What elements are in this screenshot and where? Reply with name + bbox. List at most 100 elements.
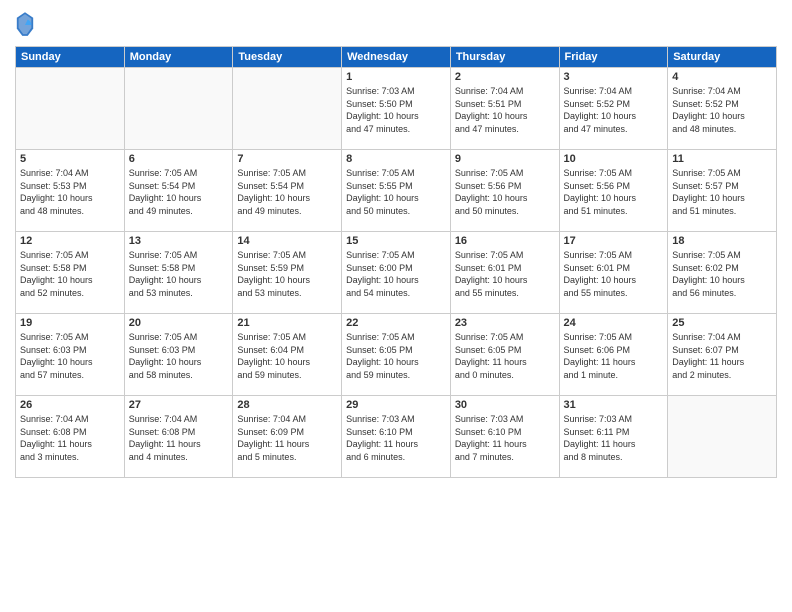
calendar-cell: 7Sunrise: 7:05 AMSunset: 5:54 PMDaylight… (233, 150, 342, 232)
day-number: 11 (672, 153, 772, 165)
day-info-line: Sunset: 6:09 PM (237, 426, 337, 439)
day-number: 18 (672, 235, 772, 247)
day-info-line: Sunrise: 7:05 AM (129, 331, 229, 344)
calendar-cell: 16Sunrise: 7:05 AMSunset: 6:01 PMDayligh… (450, 232, 559, 314)
day-info-line: Sunset: 6:06 PM (564, 344, 664, 357)
weekday-header-saturday: Saturday (668, 47, 777, 68)
page: SundayMondayTuesdayWednesdayThursdayFrid… (0, 0, 792, 612)
day-info-line: Daylight: 11 hours (564, 356, 664, 369)
day-info-line: Sunset: 6:07 PM (672, 344, 772, 357)
day-number: 19 (20, 317, 120, 329)
day-number: 29 (346, 399, 446, 411)
day-info-line: Daylight: 10 hours (455, 274, 555, 287)
day-info-line: Sunrise: 7:03 AM (564, 413, 664, 426)
day-info-line: Sunrise: 7:04 AM (564, 85, 664, 98)
day-info-line: Sunrise: 7:04 AM (20, 167, 120, 180)
day-info-line: Sunrise: 7:05 AM (346, 167, 446, 180)
day-info-line: Daylight: 10 hours (237, 274, 337, 287)
day-info-line: Sunrise: 7:05 AM (20, 331, 120, 344)
weekday-header-monday: Monday (124, 47, 233, 68)
calendar-cell: 24Sunrise: 7:05 AMSunset: 6:06 PMDayligh… (559, 314, 668, 396)
day-info-line: Sunset: 6:08 PM (20, 426, 120, 439)
day-info-line: and 0 minutes. (455, 369, 555, 382)
day-info-line: Sunset: 6:11 PM (564, 426, 664, 439)
day-info-line: Daylight: 10 hours (672, 274, 772, 287)
week-row-4: 26Sunrise: 7:04 AMSunset: 6:08 PMDayligh… (16, 396, 777, 478)
day-info-line: Sunrise: 7:05 AM (237, 167, 337, 180)
day-info-line: Daylight: 10 hours (564, 192, 664, 205)
day-number: 17 (564, 235, 664, 247)
day-info-line: Daylight: 10 hours (564, 274, 664, 287)
day-number: 13 (129, 235, 229, 247)
day-info-line: Sunset: 5:51 PM (455, 98, 555, 111)
calendar-cell: 20Sunrise: 7:05 AMSunset: 6:03 PMDayligh… (124, 314, 233, 396)
day-info-line: Sunset: 6:01 PM (564, 262, 664, 275)
calendar-cell: 19Sunrise: 7:05 AMSunset: 6:03 PMDayligh… (16, 314, 125, 396)
day-info-line: Sunset: 6:01 PM (455, 262, 555, 275)
day-info-line: and 53 minutes. (237, 287, 337, 300)
day-info-line: Sunrise: 7:04 AM (237, 413, 337, 426)
day-number: 10 (564, 153, 664, 165)
day-info-line: Daylight: 10 hours (455, 192, 555, 205)
day-info-line: Sunset: 5:59 PM (237, 262, 337, 275)
weekday-header-sunday: Sunday (16, 47, 125, 68)
calendar-cell: 25Sunrise: 7:04 AMSunset: 6:07 PMDayligh… (668, 314, 777, 396)
day-info-line: Sunrise: 7:05 AM (564, 167, 664, 180)
day-number: 20 (129, 317, 229, 329)
day-info-line: and 53 minutes. (129, 287, 229, 300)
weekday-header-thursday: Thursday (450, 47, 559, 68)
day-number: 16 (455, 235, 555, 247)
day-info-line: and 55 minutes. (455, 287, 555, 300)
day-info-line: Sunrise: 7:04 AM (129, 413, 229, 426)
day-info-line: Sunset: 5:52 PM (564, 98, 664, 111)
calendar-cell: 17Sunrise: 7:05 AMSunset: 6:01 PMDayligh… (559, 232, 668, 314)
day-info-line: Sunrise: 7:03 AM (346, 413, 446, 426)
calendar-cell: 27Sunrise: 7:04 AMSunset: 6:08 PMDayligh… (124, 396, 233, 478)
day-number: 24 (564, 317, 664, 329)
calendar-table: SundayMondayTuesdayWednesdayThursdayFrid… (15, 46, 777, 478)
day-info-line: Sunset: 6:02 PM (672, 262, 772, 275)
day-info-line: and 2 minutes. (672, 369, 772, 382)
day-info-line: Sunrise: 7:05 AM (346, 331, 446, 344)
day-info-line: Sunrise: 7:05 AM (455, 167, 555, 180)
calendar-cell (124, 68, 233, 150)
day-info-line: Daylight: 10 hours (346, 192, 446, 205)
day-info-line: and 56 minutes. (672, 287, 772, 300)
day-info-line: and 8 minutes. (564, 451, 664, 464)
calendar-cell: 23Sunrise: 7:05 AMSunset: 6:05 PMDayligh… (450, 314, 559, 396)
calendar-cell: 12Sunrise: 7:05 AMSunset: 5:58 PMDayligh… (16, 232, 125, 314)
day-info-line: Daylight: 10 hours (20, 274, 120, 287)
day-info-line: and 55 minutes. (564, 287, 664, 300)
week-row-1: 5Sunrise: 7:04 AMSunset: 5:53 PMDaylight… (16, 150, 777, 232)
calendar-cell: 2Sunrise: 7:04 AMSunset: 5:51 PMDaylight… (450, 68, 559, 150)
calendar-cell: 11Sunrise: 7:05 AMSunset: 5:57 PMDayligh… (668, 150, 777, 232)
day-info-line: and 6 minutes. (346, 451, 446, 464)
day-info-line: Sunrise: 7:05 AM (129, 249, 229, 262)
day-number: 27 (129, 399, 229, 411)
day-info-line: and 50 minutes. (346, 205, 446, 218)
calendar-cell: 21Sunrise: 7:05 AMSunset: 6:04 PMDayligh… (233, 314, 342, 396)
day-info-line: and 47 minutes. (564, 123, 664, 136)
day-info-line: and 52 minutes. (20, 287, 120, 300)
day-info-line: Daylight: 10 hours (346, 110, 446, 123)
day-number: 12 (20, 235, 120, 247)
day-number: 4 (672, 71, 772, 83)
day-info-line: and 57 minutes. (20, 369, 120, 382)
calendar-cell: 1Sunrise: 7:03 AMSunset: 5:50 PMDaylight… (342, 68, 451, 150)
weekday-header-wednesday: Wednesday (342, 47, 451, 68)
calendar-cell (16, 68, 125, 150)
day-number: 9 (455, 153, 555, 165)
day-info-line: Sunrise: 7:05 AM (455, 331, 555, 344)
day-info-line: Daylight: 10 hours (129, 274, 229, 287)
day-info-line: Daylight: 10 hours (455, 110, 555, 123)
day-info-line: Sunset: 5:52 PM (672, 98, 772, 111)
day-info-line: and 1 minute. (564, 369, 664, 382)
day-info-line: Daylight: 11 hours (129, 438, 229, 451)
header (15, 10, 777, 40)
calendar-cell: 22Sunrise: 7:05 AMSunset: 6:05 PMDayligh… (342, 314, 451, 396)
day-info-line: Daylight: 10 hours (672, 192, 772, 205)
day-info-line: Daylight: 10 hours (237, 356, 337, 369)
day-info-line: and 5 minutes. (237, 451, 337, 464)
day-info-line: and 48 minutes. (20, 205, 120, 218)
day-info-line: and 4 minutes. (129, 451, 229, 464)
